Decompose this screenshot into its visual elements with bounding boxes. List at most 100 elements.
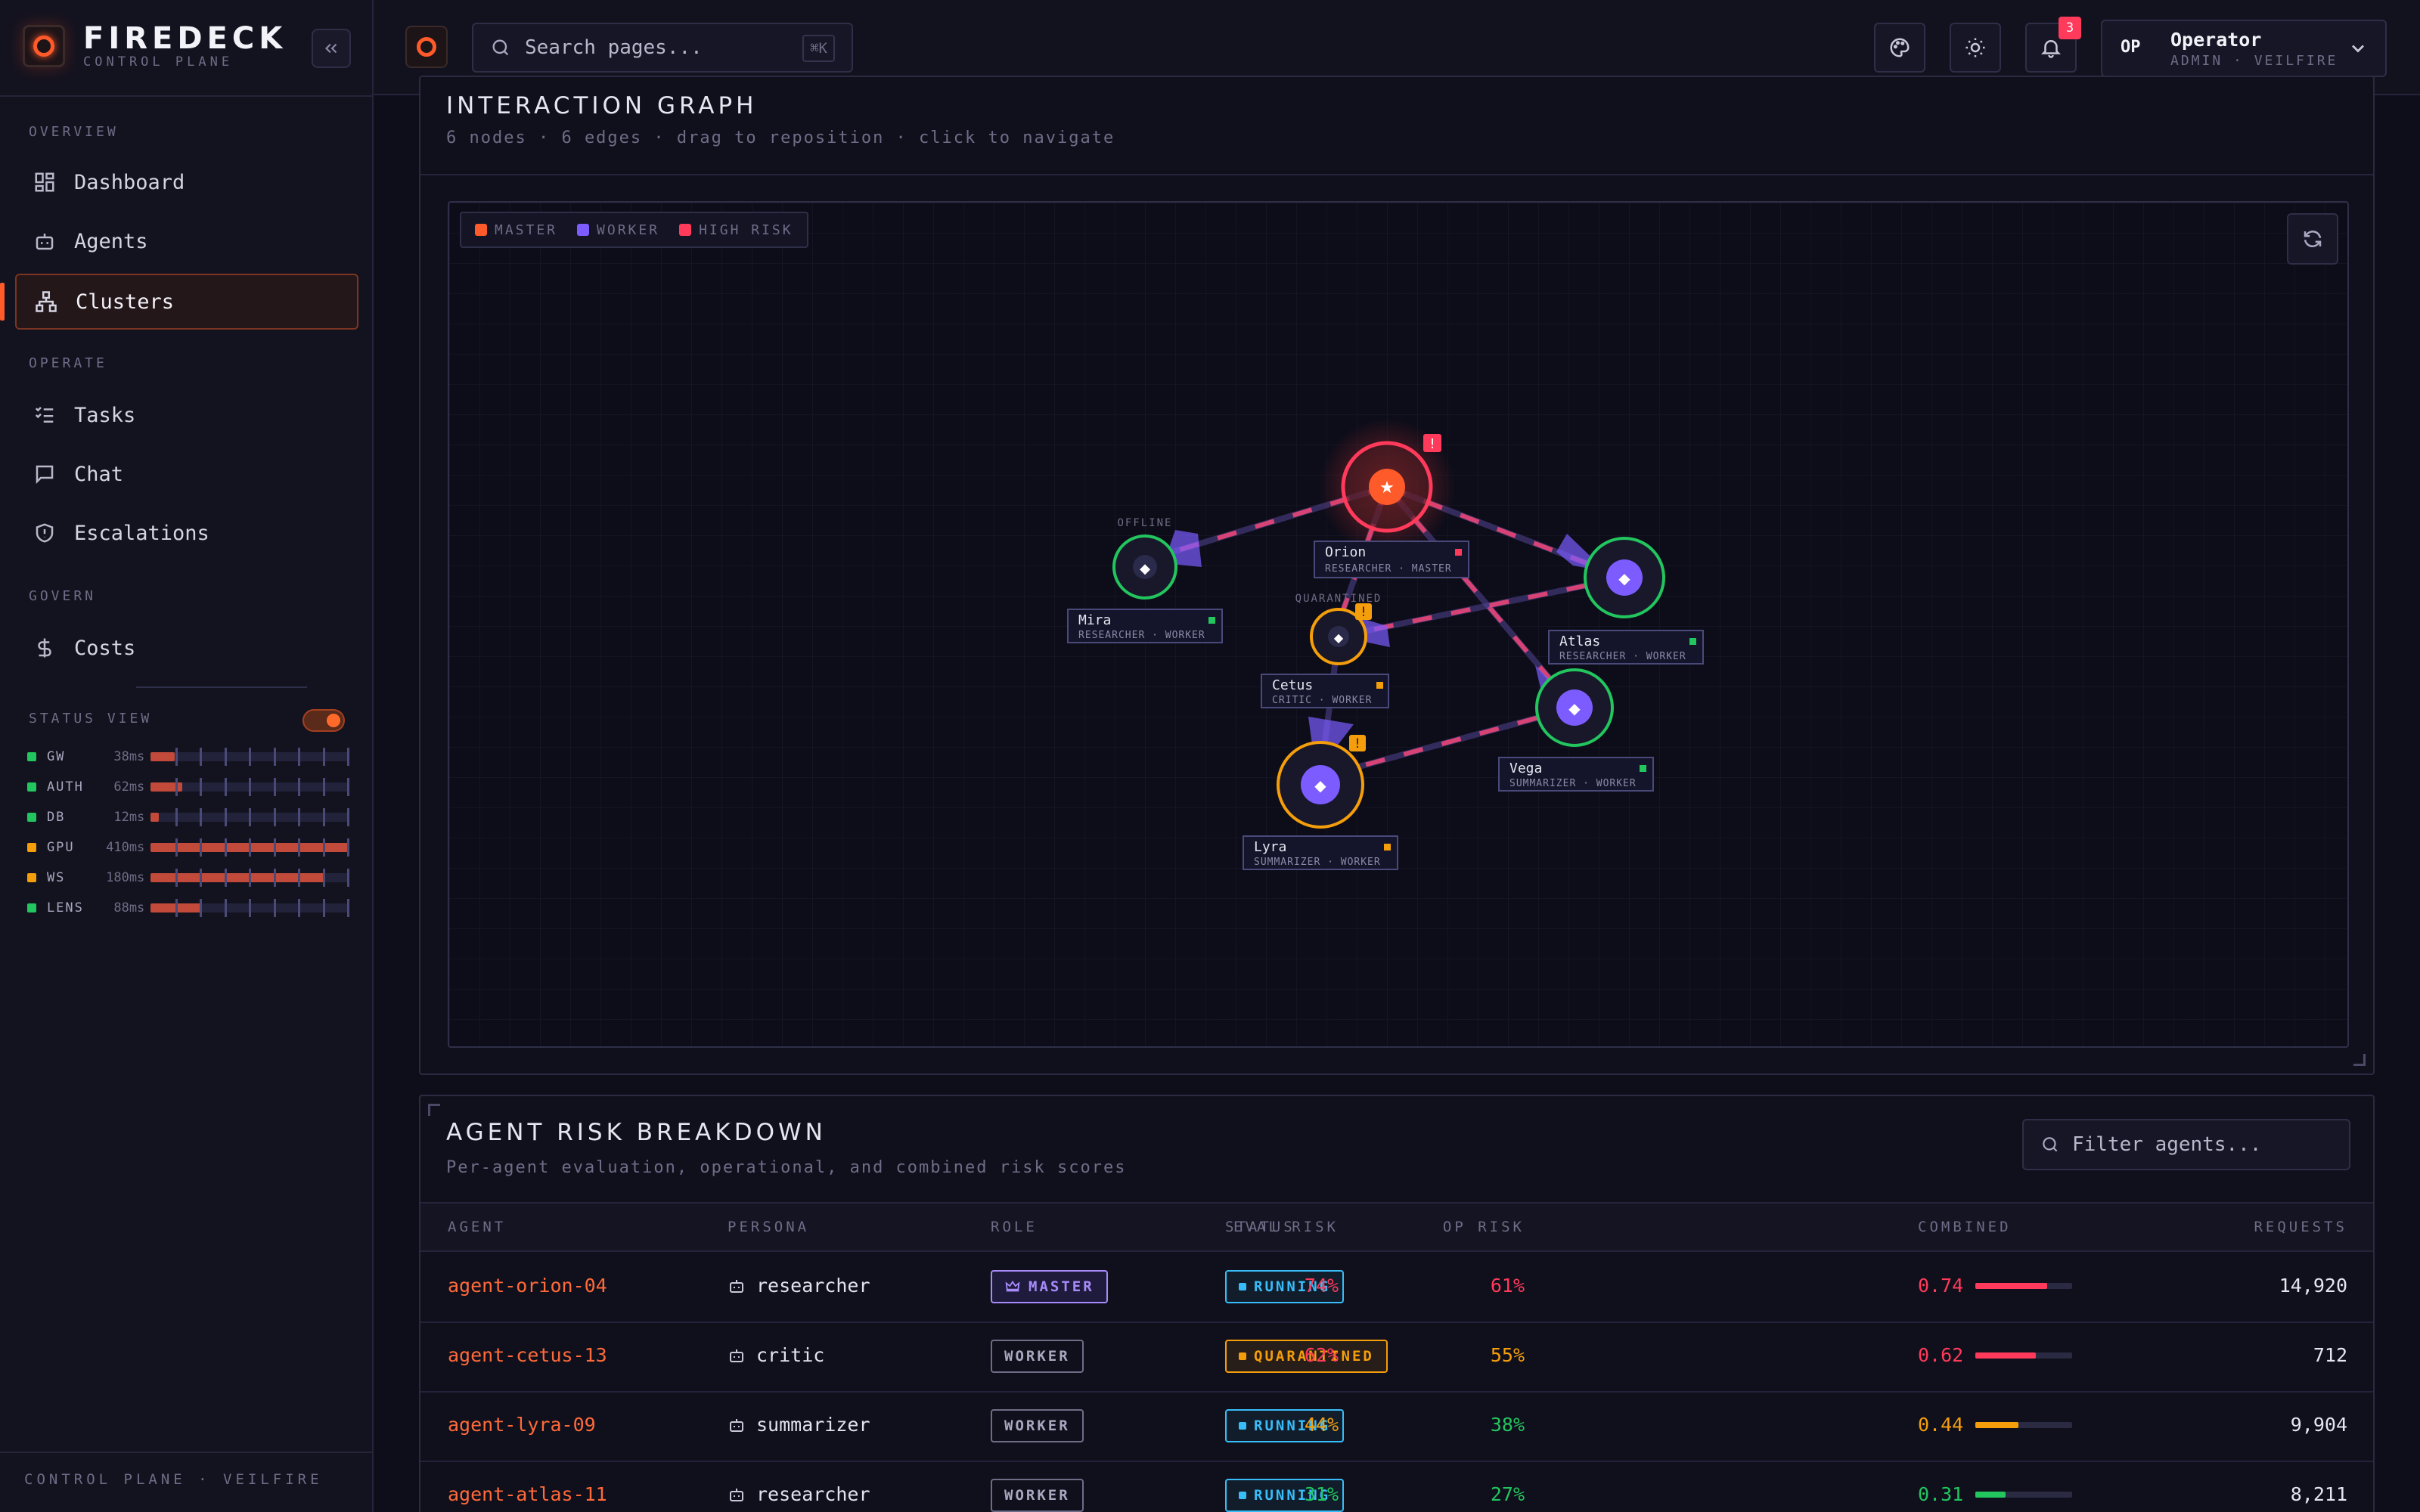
service-load-bar [150, 869, 350, 887]
brand[interactable]: FIREDECK CONTROL PLANE [23, 23, 287, 70]
agent-link[interactable]: agent-orion-04 [448, 1275, 607, 1297]
table-row[interactable]: agent-orion-04 researcher MASTER RUNNING 74%… [420, 1253, 2373, 1323]
node-name: Cetus [1272, 677, 1313, 693]
sidebar-item-label: Escalations [74, 521, 209, 545]
graph-subtitle: 6 nodes · 6 edges · drag to reposition ·… [446, 129, 1115, 147]
filter-agents-input[interactable]: Filter agents... [2022, 1119, 2350, 1170]
bar-tick [274, 778, 277, 796]
role-badge: MASTER [991, 1270, 1108, 1303]
graph-svg: ★ ! Orion RESEARCHER · MASTER OFFLINE ◆ … [1067, 419, 1704, 870]
active-indicator [0, 283, 5, 321]
graph-node-vega[interactable]: ◆ Vega SUMMARIZER · WORKER [1498, 668, 1654, 792]
graph-node-orion[interactable]: ★ ! Orion RESEARCHER · MASTER [1314, 419, 1469, 578]
combined-risk-bar [1975, 1421, 2073, 1428]
resize-handle[interactable] [2353, 1054, 2366, 1066]
graph-canvas[interactable]: MASTER WORKER HIGH RISK ★ ! Orion RESEAR… [448, 201, 2349, 1048]
sidebar-item-escalations[interactable]: Escalations [15, 505, 358, 561]
sidebar-item-label: Tasks [74, 403, 136, 427]
bar-tick [347, 838, 350, 857]
sidebar: FIREDECK CONTROL PLANE OVERVIEW Dashboar… [0, 0, 374, 1512]
notification-count-badge: 3 [2059, 17, 2081, 39]
firedeck-logo-icon [23, 25, 65, 67]
persona-cell: summarizer [728, 1414, 870, 1436]
node-desc: RESEARCHER · WORKER [1559, 651, 1686, 662]
op-risk-value: 27% [1490, 1483, 1525, 1505]
agent-link[interactable]: agent-atlas-11 [448, 1483, 607, 1505]
graph-node-mira[interactable]: OFFLINE ◆ Mira RESEARCHER · WORKER [1067, 517, 1223, 643]
bar-tick [175, 748, 178, 766]
graph-node-cetus[interactable]: QUARANTINED ◆ ! Cetus CRITIC · WORKER [1261, 593, 1389, 708]
palette-button[interactable] [1874, 23, 1925, 73]
agent-link[interactable]: agent-cetus-13 [448, 1344, 607, 1366]
search-input[interactable]: Search pages... ⌘K [472, 23, 853, 73]
chevron-down-icon [2352, 45, 2364, 53]
bar-tick [274, 748, 277, 766]
persona-label: summarizer [756, 1414, 870, 1436]
node-label: Orion RESEARCHER · MASTER [1314, 541, 1469, 578]
cluster-icon [33, 289, 59, 314]
bar-tick [274, 808, 277, 826]
filter-placeholder: Filter agents... [2072, 1133, 2262, 1156]
bar-tick [175, 838, 178, 857]
mini-logo-icon[interactable] [405, 26, 448, 68]
bar-tick [249, 869, 252, 887]
robot-icon [730, 1349, 743, 1362]
column-header-persona[interactable]: PERSONA [728, 1219, 809, 1235]
status-view-toggle[interactable] [302, 709, 345, 732]
node-desc: CRITIC · WORKER [1272, 695, 1372, 706]
bar-tick [200, 838, 203, 857]
column-header-eval-risk[interactable]: EVAL RISK [1233, 1219, 1339, 1235]
brand-name: FIREDECK [83, 21, 287, 56]
bar-tick [347, 808, 350, 826]
service-latency: 12ms [113, 810, 145, 825]
sidebar-item-clusters[interactable]: Clusters [15, 274, 358, 330]
column-header-agent[interactable]: AGENT [448, 1219, 506, 1235]
op-risk-value: 55% [1490, 1344, 1525, 1366]
bar-tick [175, 778, 178, 796]
service-latency: 180ms [106, 870, 145, 885]
node-name: Atlas [1559, 634, 1600, 649]
column-header-role[interactable]: ROLE [991, 1219, 1038, 1235]
persona-label: researcher [756, 1483, 870, 1505]
bar-tick [323, 899, 326, 917]
warning-badge-text: ! [1360, 605, 1367, 620]
column-header-requests[interactable]: REQUESTS [2254, 1219, 2347, 1235]
table-row[interactable]: agent-lyra-09 summarizer WORKER RUNNING 44% 3… [420, 1393, 2373, 1462]
collapse-sidebar-button[interactable] [312, 29, 351, 68]
column-header-combined[interactable]: COMBINED [1918, 1219, 2012, 1235]
persona-cell: researcher [728, 1483, 870, 1505]
combined-risk-bar [1975, 1282, 2073, 1289]
service-status-row: GW 38ms [27, 745, 350, 768]
sidebar-item-tasks[interactable]: Tasks [15, 387, 358, 443]
nav-section-govern: GOVERN [29, 588, 97, 604]
graph-node-lyra[interactable]: ◆ ! Lyra SUMMARIZER · WORKER [1243, 735, 1398, 870]
combined-risk-fill [1975, 1352, 2036, 1359]
user-menu[interactable]: OP Operator ADMIN · VEILFIRE [2101, 20, 2387, 77]
crown-icon [1005, 1280, 1020, 1292]
theme-toggle-button[interactable] [1950, 23, 2001, 73]
status-dot [27, 813, 36, 822]
sidebar-item-label: Clusters [76, 290, 175, 314]
sidebar-item-chat[interactable]: Chat [15, 446, 358, 502]
bar-tick [225, 869, 228, 887]
bar-tick [323, 869, 326, 887]
agent-link[interactable]: agent-lyra-09 [448, 1414, 596, 1436]
shield-icon [32, 520, 57, 546]
node-desc: SUMMARIZER · WORKER [1254, 857, 1381, 868]
sidebar-item-agents[interactable]: Agents [15, 213, 358, 269]
column-header-op-risk[interactable]: OP RISK [1443, 1219, 1525, 1235]
search-shortcut: ⌘K [802, 35, 835, 62]
status-dot [27, 843, 36, 852]
bar-tick [249, 748, 252, 766]
table-row[interactable]: agent-atlas-11 researcher WORKER RUNNING 31%… [420, 1462, 2373, 1512]
notifications-button[interactable]: 3 [2025, 17, 2081, 73]
user-name: Operator [2170, 29, 2262, 51]
node-label: Cetus CRITIC · WORKER [1261, 674, 1389, 708]
sidebar-item-dashboard[interactable]: Dashboard [15, 154, 358, 210]
status-dot [1239, 1422, 1246, 1430]
table-row[interactable]: agent-cetus-13 critic WORKER QUARANTINED 62%… [420, 1323, 2373, 1393]
bar-tick [323, 808, 326, 826]
diamond-icon: ◆ [1314, 776, 1326, 795]
sun-icon [1965, 38, 1985, 57]
sidebar-item-costs[interactable]: Costs [15, 620, 358, 676]
